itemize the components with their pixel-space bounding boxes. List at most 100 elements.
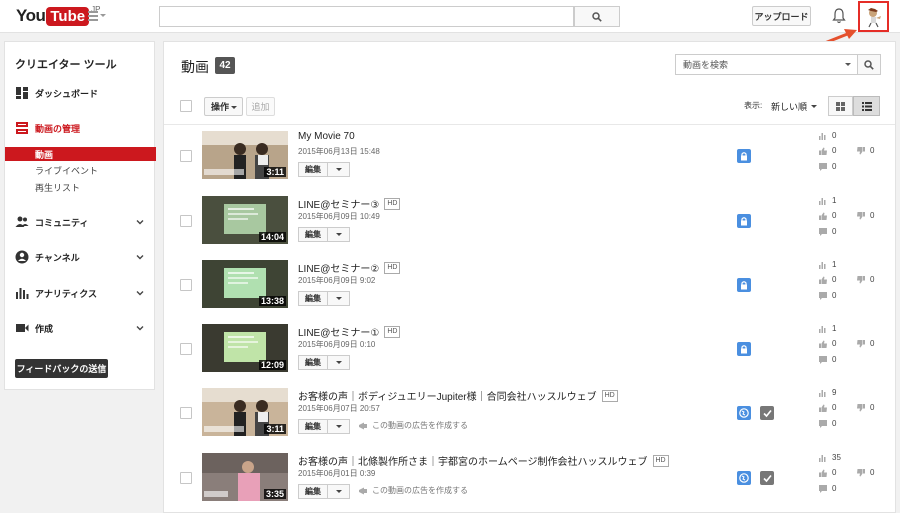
visibility-status-button[interactable]	[737, 149, 751, 163]
list-view-button[interactable]	[853, 96, 880, 116]
sidebar-item-analytics[interactable]: アナリティクス	[5, 283, 156, 303]
chevron-down-icon[interactable]	[136, 253, 144, 261]
thumbs-down-icon	[857, 211, 865, 219]
video-title-link[interactable]: My Movie 70	[298, 131, 355, 142]
video-title: お客様の声｜ボディジュエリーJupiter様｜合同会社ハッスルウェブ	[298, 392, 597, 403]
video-thumbnail[interactable]: 3:35	[202, 453, 288, 501]
video-title: LINE@セミナー②	[298, 264, 380, 275]
view-count: 9	[819, 388, 836, 397]
video-search-input[interactable]: 動画を検索	[675, 54, 858, 75]
thumbs-up-icon	[819, 340, 827, 348]
edit-button[interactable]: 編集	[298, 227, 328, 242]
video-title-link[interactable]: お客様の声｜ボディジュエリーJupiter様｜合同会社ハッスルウェブ HD	[298, 388, 618, 403]
edit-options-dropdown[interactable]	[328, 227, 350, 242]
video-search-button[interactable]	[857, 54, 881, 75]
video-select-checkbox[interactable]	[180, 279, 192, 291]
sidebar-subitem-playlists[interactable]: 再生リスト	[5, 180, 156, 194]
video-row: 3:11 お客様の声｜ボディジュエリーJupiter様｜合同会社ハッスルウェブ HD…	[164, 382, 895, 446]
comment-count-value: 0	[832, 419, 837, 428]
search-button[interactable]	[574, 6, 620, 27]
create-ad-link[interactable]: この動画の広告を作成する	[358, 420, 468, 431]
upload-button[interactable]: アップロード	[752, 6, 811, 26]
visibility-status-button[interactable]	[737, 406, 751, 420]
edit-button[interactable]: 編集	[298, 419, 328, 434]
visibility-status-button[interactable]	[737, 342, 751, 356]
video-title-link[interactable]: LINE@セミナー① HD	[298, 324, 401, 339]
comment-count: 0	[819, 484, 836, 493]
like-count: 0	[819, 468, 836, 477]
comment-icon	[819, 419, 827, 428]
video-thumbnail[interactable]: 12:09	[202, 324, 288, 372]
video-title-link[interactable]: LINE@セミナー③ HD	[298, 196, 401, 211]
sidebar-item-label: ダッシュボード	[35, 88, 99, 99]
grid-view-button[interactable]	[828, 96, 853, 116]
chevron-down-icon	[335, 233, 342, 236]
video-thumbnail[interactable]: 13:38	[202, 260, 288, 308]
sidebar-item-dashboard[interactable]: ダッシュボード	[5, 83, 156, 103]
avatar	[862, 5, 885, 28]
video-title-link[interactable]: LINE@セミナー② HD	[298, 260, 401, 275]
video-select-checkbox[interactable]	[180, 343, 192, 355]
comment-count: 0	[819, 162, 836, 171]
search-input[interactable]	[159, 6, 574, 27]
video-select-checkbox[interactable]	[180, 150, 192, 162]
edit-button[interactable]: 編集	[298, 355, 328, 370]
select-all-checkbox[interactable]	[180, 100, 192, 112]
sidebar-item-label: 作成	[35, 323, 54, 334]
edit-options-dropdown[interactable]	[328, 419, 350, 434]
monetization-status-button[interactable]	[760, 471, 774, 485]
video-count-badge: 42	[215, 57, 235, 74]
dislike-count-value: 0	[870, 211, 875, 220]
chevron-down-icon[interactable]	[136, 218, 144, 226]
video-upload-date: 2015年06月01日 0:39	[298, 469, 376, 478]
video-select-checkbox[interactable]	[180, 215, 192, 227]
globe-icon	[739, 473, 749, 483]
video-manager-icon	[16, 122, 28, 134]
visibility-status-button[interactable]	[737, 471, 751, 485]
add-button[interactable]: 追加	[246, 97, 275, 116]
edit-options-dropdown[interactable]	[328, 484, 350, 499]
video-thumbnail[interactable]: 3:11	[202, 131, 288, 179]
video-title: My Movie 70	[298, 131, 355, 142]
dislike-count-value: 0	[870, 339, 875, 348]
video-title-link[interactable]: お客様の声｜北條製作所さま｜宇都宮のホームページ制作会社ハッスルウェブ HD	[298, 453, 669, 468]
sidebar-subitem-videos[interactable]: 動画	[5, 147, 156, 161]
sidebar-subitem-live-events[interactable]: ライブイベント	[5, 163, 156, 177]
notification-bell-icon[interactable]	[832, 8, 846, 24]
visibility-status-button[interactable]	[737, 214, 751, 228]
edit-button[interactable]: 編集	[298, 162, 328, 177]
visibility-status-button[interactable]	[737, 278, 751, 292]
video-select-checkbox[interactable]	[180, 407, 192, 419]
video-thumbnail[interactable]: 14:04	[202, 196, 288, 244]
sidebar-item-community[interactable]: コミュニティ	[5, 212, 156, 232]
sidebar-item-channel[interactable]: チャンネル	[5, 247, 156, 267]
chevron-down-icon[interactable]	[136, 289, 144, 297]
edit-button[interactable]: 編集	[298, 484, 328, 499]
edit-options-dropdown[interactable]	[328, 355, 350, 370]
actions-label: 操作	[211, 102, 230, 112]
create-ad-link[interactable]: この動画の広告を作成する	[358, 485, 468, 496]
comment-icon	[819, 355, 827, 364]
edit-options-dropdown[interactable]	[328, 162, 350, 177]
edit-button[interactable]: 編集	[298, 291, 328, 306]
dislike-count: 0	[857, 339, 874, 348]
video-thumbnail[interactable]: 3:11	[202, 388, 288, 436]
video-row: 13:38 LINE@セミナー② HD 2015年06月09日 9:02 編集 1 0 0 0	[164, 254, 895, 318]
account-avatar-button[interactable]	[858, 1, 889, 32]
sidebar-item-label: チャンネル	[35, 252, 80, 263]
video-upload-date: 2015年06月13日 15:48	[298, 147, 380, 156]
sidebar-item-create[interactable]: 作成	[5, 318, 156, 338]
sort-dropdown[interactable]: 新しい順	[771, 97, 818, 116]
search-options-dropdown-icon[interactable]	[845, 63, 851, 66]
video-row: 3:11 My Movie 70 2015年06月13日 15:48 編集 0 0 0 0	[164, 125, 895, 189]
actions-dropdown-button[interactable]: 操作	[204, 97, 243, 116]
dislike-count: 0	[857, 468, 874, 477]
monetization-status-button[interactable]	[760, 406, 774, 420]
feedback-button[interactable]: フィードバックの送信	[15, 359, 108, 378]
edit-options-dropdown[interactable]	[328, 291, 350, 306]
check-icon	[762, 409, 772, 417]
sidebar-item-video-manager[interactable]: 動画の管理	[5, 118, 156, 138]
guide-menu-icon[interactable]	[88, 11, 106, 21]
chevron-down-icon[interactable]	[136, 324, 144, 332]
video-select-checkbox[interactable]	[180, 472, 192, 484]
